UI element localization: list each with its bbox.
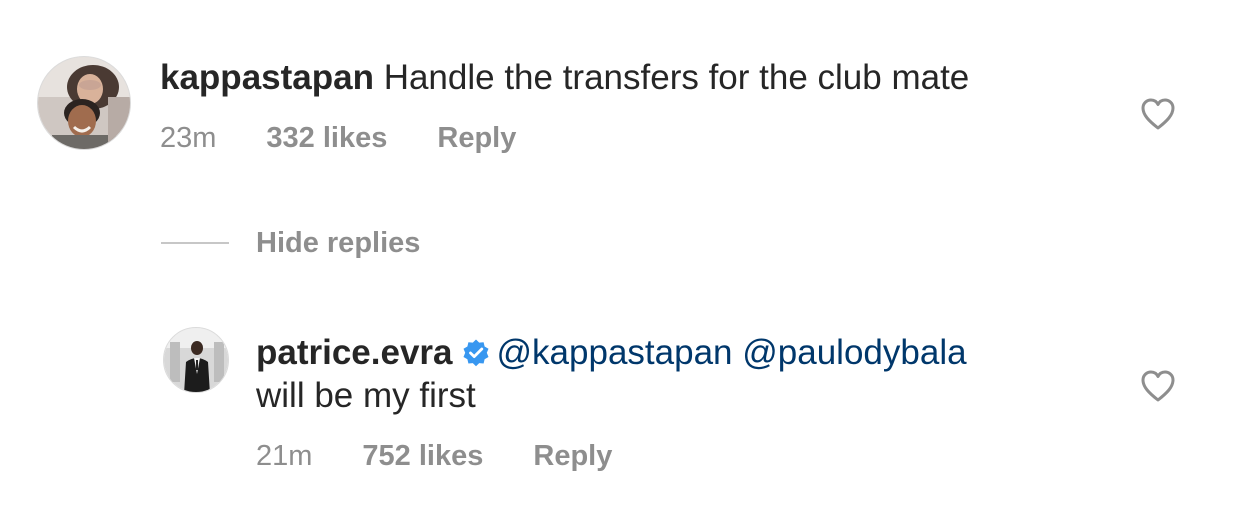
timestamp[interactable]: 23m	[160, 122, 216, 154]
mention-link[interactable]: @kappastapan	[497, 333, 733, 372]
comment-text-line: patrice.evra @kappastapan @paulodybala	[256, 333, 967, 377]
replies-divider	[161, 242, 229, 244]
comment-meta: 23m 332 likes Reply	[160, 121, 516, 155]
reply-button[interactable]: Reply	[437, 122, 516, 154]
likes-count[interactable]: 752 likes	[362, 440, 483, 472]
likes-count[interactable]: 332 likes	[266, 122, 387, 154]
avatar-image	[38, 57, 130, 149]
comment-text: Handle the transfers for the club mate	[373, 58, 970, 97]
heart-outline-icon[interactable]	[1140, 369, 1176, 403]
hide-replies-button[interactable]: Hide replies	[256, 226, 420, 260]
heart-outline-icon[interactable]	[1140, 97, 1176, 131]
username[interactable]: patrice.evra	[256, 333, 453, 372]
timestamp[interactable]: 21m	[256, 440, 312, 472]
comment-meta: 21m 752 likes Reply	[256, 439, 612, 473]
avatar[interactable]	[37, 56, 131, 150]
comment-text: will be my first	[256, 376, 476, 415]
mention-link[interactable]: @paulodybala	[742, 333, 966, 372]
verified-badge-icon	[461, 337, 491, 377]
reply-button[interactable]: Reply	[533, 440, 612, 472]
username[interactable]: kappastapan	[160, 58, 374, 97]
avatar-image	[164, 328, 228, 392]
comment-text-line: kappastapan Handle the transfers for the…	[160, 58, 969, 98]
avatar[interactable]	[163, 327, 229, 393]
